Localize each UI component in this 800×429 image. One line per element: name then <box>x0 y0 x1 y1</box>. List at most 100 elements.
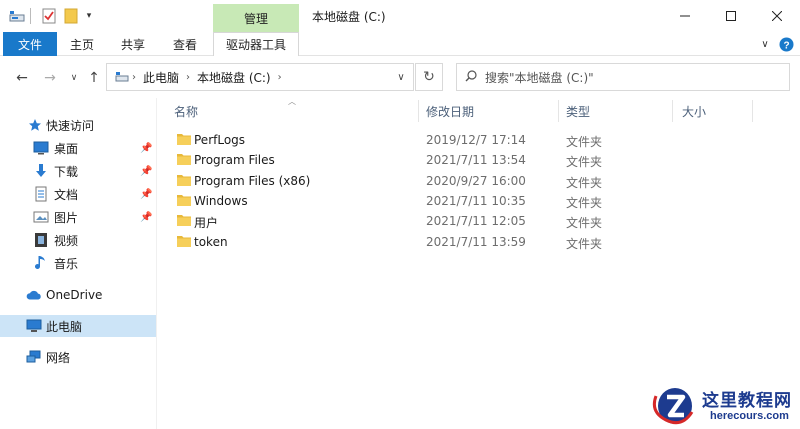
nav-label: 视频 <box>54 233 79 248</box>
expand-ribbon-icon[interactable]: ∨ <box>758 36 772 52</box>
address-row: ← → ∨ ↑ › 此电脑 › 本地磁盘 (C:) › ∨ ↻ 搜索"本地磁盘 … <box>0 56 800 98</box>
file-date: 2021/7/11 13:54 <box>426 153 526 167</box>
refresh-icon[interactable]: ↻ <box>415 63 443 91</box>
forward-arrow-icon[interactable]: → <box>40 68 60 88</box>
pane-divider[interactable] <box>156 98 157 429</box>
file-type: 文件夹 <box>566 176 603 190</box>
nav-item-documents[interactable]: 文档 📌 <box>0 183 156 205</box>
pin-icon[interactable]: 📌 <box>140 189 152 200</box>
nav-label: 此电脑 <box>46 319 83 334</box>
file-date: 2021/7/11 13:59 <box>426 235 526 249</box>
context-tab-manage[interactable]: 管理 <box>213 4 299 32</box>
tab-file[interactable]: 文件 <box>3 32 57 56</box>
file-date: 2021/7/11 12:05 <box>426 214 526 228</box>
nav-network[interactable]: 网络 <box>0 346 156 368</box>
document-icon <box>33 186 49 202</box>
breadcrumb-local-disk[interactable]: 本地磁盘 (C:) <box>197 69 271 86</box>
picture-icon <box>33 209 49 225</box>
file-type: 文件夹 <box>566 237 603 251</box>
window-title: 本地磁盘 (C:) <box>312 10 386 24</box>
desktop-icon <box>33 140 49 156</box>
tab-home[interactable]: 主页 <box>63 32 101 56</box>
breadcrumb-separator[interactable]: › <box>132 72 136 83</box>
column-separator[interactable] <box>418 100 419 122</box>
pin-icon[interactable]: 📌 <box>140 166 152 177</box>
up-arrow-icon[interactable]: ↑ <box>84 68 104 88</box>
nav-onedrive[interactable]: OneDrive <box>0 284 156 306</box>
computer-icon <box>26 318 42 334</box>
tab-share[interactable]: 共享 <box>114 32 152 56</box>
column-header-date[interactable]: 修改日期 <box>420 98 558 124</box>
file-type: 文件夹 <box>566 216 603 230</box>
cloud-icon <box>26 287 42 303</box>
file-date: 2021/7/11 10:35 <box>426 194 526 208</box>
file-row[interactable]: Program Files (x86) 2020/9/27 16:00 文件夹 <box>168 171 788 191</box>
tab-drive-tools[interactable]: 驱动器工具 <box>213 32 299 56</box>
file-name: Program Files (x86) <box>194 174 311 188</box>
column-separator[interactable] <box>672 100 673 122</box>
customize-quick-access-icon[interactable]: ▾ <box>82 7 96 25</box>
new-folder-icon[interactable] <box>62 7 80 25</box>
properties-icon[interactable] <box>40 7 58 25</box>
nav-item-videos[interactable]: 视频 <box>0 229 156 251</box>
nav-label: 快速访问 <box>46 118 95 133</box>
minimize-button[interactable] <box>662 0 708 32</box>
nav-label: OneDrive <box>46 288 103 302</box>
tab-view[interactable]: 查看 <box>166 32 204 56</box>
navigation-pane: 快速访问 桌面 📌 下载 📌 文档 📌 图片 📌 视频 音乐 OneDrive … <box>0 98 156 429</box>
nav-item-downloads[interactable]: 下载 📌 <box>0 160 156 182</box>
watermark-url: herecours.com <box>710 410 789 422</box>
video-icon <box>33 232 49 248</box>
nav-label: 图片 <box>54 210 79 225</box>
column-separator[interactable] <box>752 100 753 122</box>
pin-icon[interactable]: 📌 <box>140 212 152 223</box>
address-dropdown-icon[interactable]: ∨ <box>388 63 414 91</box>
column-separator[interactable] <box>558 100 559 122</box>
file-row[interactable]: PerfLogs 2019/12/7 17:14 文件夹 <box>168 130 788 150</box>
star-icon <box>27 117 43 133</box>
file-row[interactable]: Program Files 2021/7/11 13:54 文件夹 <box>168 150 788 170</box>
music-icon <box>33 255 49 271</box>
column-header-type[interactable]: 类型 <box>560 98 672 124</box>
recent-locations-icon[interactable]: ∨ <box>64 68 84 88</box>
nav-label: 音乐 <box>54 256 79 271</box>
nav-quick-access[interactable]: 快速访问 <box>0 114 156 136</box>
nav-this-pc[interactable]: 此电脑 <box>0 315 156 337</box>
pin-icon[interactable]: 📌 <box>140 143 152 154</box>
drive-icon[interactable] <box>8 7 26 25</box>
breadcrumb-separator[interactable]: › <box>186 72 190 83</box>
file-name: Program Files <box>194 153 275 167</box>
search-placeholder: 搜索"本地磁盘 (C:)" <box>485 70 594 85</box>
file-type: 文件夹 <box>566 155 603 169</box>
nav-item-desktop[interactable]: 桌面 📌 <box>0 137 156 159</box>
nav-label: 网络 <box>46 350 71 365</box>
search-input[interactable]: 搜索"本地磁盘 (C:)" <box>456 63 790 91</box>
folder-icon <box>176 132 192 146</box>
breadcrumb-separator[interactable]: › <box>278 72 282 83</box>
breadcrumb-this-pc[interactable]: 此电脑 <box>143 69 179 86</box>
file-date: 2020/9/27 16:00 <box>426 174 526 188</box>
nav-label: 下载 <box>54 164 79 179</box>
watermark: 这里教程网 herecours.com <box>652 382 800 429</box>
folder-icon <box>176 152 192 166</box>
this-pc-small-icon <box>115 71 129 83</box>
network-icon <box>26 349 42 365</box>
file-row[interactable]: 用户 2021/7/11 12:05 文件夹 <box>168 211 788 231</box>
file-row[interactable]: token 2021/7/11 13:59 文件夹 <box>168 232 788 252</box>
nav-label: 文档 <box>54 187 79 202</box>
column-header-name[interactable]: 名称 <box>168 98 418 124</box>
file-type: 文件夹 <box>566 135 603 149</box>
back-arrow-icon[interactable]: ← <box>12 68 32 88</box>
file-name: 用户 <box>194 216 219 230</box>
folder-icon <box>176 213 192 227</box>
folder-icon <box>176 173 192 187</box>
file-row[interactable]: Windows 2021/7/11 10:35 文件夹 <box>168 191 788 211</box>
address-bar[interactable]: › 此电脑 › 本地磁盘 (C:) › <box>106 63 414 91</box>
watermark-title: 这里教程网 <box>702 391 792 411</box>
nav-item-pictures[interactable]: 图片 📌 <box>0 206 156 228</box>
nav-item-music[interactable]: 音乐 <box>0 252 156 274</box>
maximize-button[interactable] <box>708 0 754 32</box>
column-header-size[interactable]: 大小 <box>676 98 752 124</box>
close-button[interactable] <box>754 0 800 32</box>
help-icon[interactable]: ? <box>778 36 794 52</box>
